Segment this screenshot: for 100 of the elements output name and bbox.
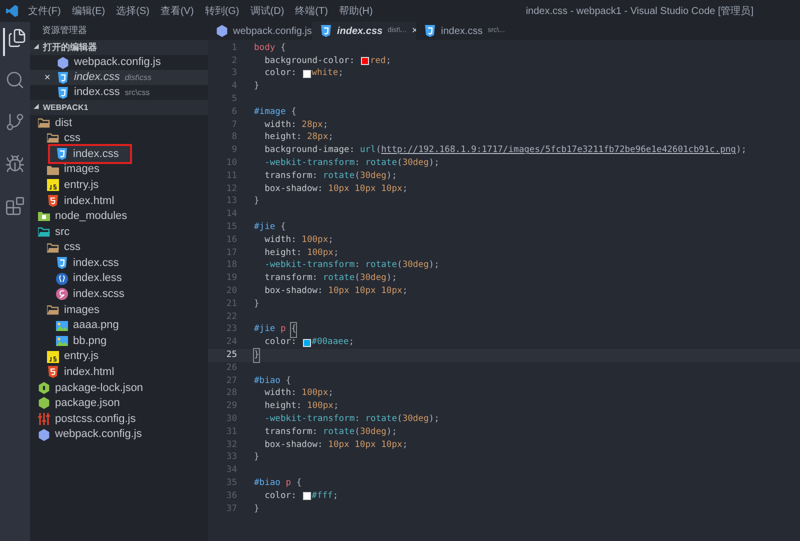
- line-number: 37: [225, 502, 237, 516]
- open-editor-item[interactable]: webpack.config.js: [30, 55, 208, 70]
- tree-item[interactable]: css: [30, 130, 208, 146]
- menu-item[interactable]: 编辑(E): [72, 4, 106, 18]
- tree-item[interactable]: index.css: [50, 146, 130, 162]
- tree-item[interactable]: index.scss: [30, 286, 208, 302]
- debug-button[interactable]: [5, 154, 25, 174]
- line-number: 35: [225, 476, 237, 490]
- tree-item[interactable]: index.html: [30, 364, 208, 380]
- image-file-icon: [56, 320, 68, 332]
- menu-item[interactable]: 转到(G): [204, 4, 240, 18]
- close-icon[interactable]: ✕: [44, 72, 52, 84]
- tree-item[interactable]: package-lock.json: [30, 380, 208, 396]
- code-line: transform: rotate(30deg);: [264, 272, 398, 286]
- sidebar-title: 资源管理器: [42, 24, 87, 38]
- image-file-icon: [56, 335, 68, 348]
- tree-item[interactable]: css: [30, 240, 208, 256]
- tree-item[interactable]: index.less: [30, 270, 208, 287]
- lock-hexagon-icon: [38, 382, 50, 394]
- menu-item[interactable]: 选择(S): [116, 4, 150, 18]
- tree-item[interactable]: postcss.config.js: [30, 411, 208, 427]
- sliders-icon: [38, 413, 50, 426]
- menu-item[interactable]: 终端(T): [295, 4, 328, 18]
- line-number: 24: [225, 336, 237, 350]
- line-number: 6: [230, 106, 237, 119]
- code-line: #biao p {: [254, 476, 302, 490]
- css-file-icon: [57, 86, 69, 98]
- line-number: 5: [230, 93, 237, 106]
- menu-item[interactable]: 帮助(H): [338, 4, 373, 18]
- menu-item[interactable]: 文件(F): [28, 4, 61, 18]
- open-editor-item[interactable]: index.css src\css: [30, 85, 208, 100]
- search-button[interactable]: [5, 70, 25, 90]
- explorer-button[interactable]: [7, 28, 27, 48]
- source-control-button[interactable]: [5, 112, 25, 132]
- line-number: 32: [225, 438, 237, 452]
- code-line: height: 100px;: [264, 400, 339, 414]
- code-line: box-shadow: 10px 10px 10px;: [264, 438, 408, 452]
- css-file-icon: [56, 257, 68, 270]
- line-number: 22: [225, 310, 237, 324]
- code-line: }: [254, 80, 260, 94]
- tree-item[interactable]: entry.js: [30, 348, 208, 364]
- code-line: height: 100px;: [264, 246, 339, 260]
- tree-item[interactable]: index.css: [30, 255, 208, 271]
- code-line: #biao {: [254, 374, 292, 388]
- code-line: color: #00aaee;: [264, 336, 354, 350]
- open-editor-item[interactable]: ✕ index.css dist\css: [30, 70, 208, 85]
- code-line: #jie {: [254, 220, 286, 234]
- line-number: 13: [225, 195, 237, 208]
- css-file-icon: [56, 148, 68, 160]
- line-number: 20: [225, 284, 237, 298]
- css-file-icon: [57, 72, 69, 84]
- line-number: 9: [230, 144, 237, 158]
- code-line: width: 100px;: [264, 234, 334, 247]
- line-number: 21: [225, 298, 237, 311]
- js-file-icon: [47, 179, 59, 192]
- tree-item[interactable]: dist: [30, 115, 208, 131]
- line-number: 31: [225, 426, 237, 439]
- line-number: 15: [225, 220, 237, 234]
- app-logo-icon: [6, 5, 18, 17]
- tree-item[interactable]: images: [30, 162, 208, 178]
- code-line: background-color: red;: [264, 54, 392, 68]
- css-file-icon: [320, 25, 332, 37]
- hexagon-icon: [38, 428, 50, 441]
- line-number: 10: [225, 156, 237, 170]
- line-number: 23: [225, 323, 237, 336]
- html-file-icon: [47, 194, 59, 207]
- folder-icon: [47, 164, 59, 176]
- code-line: background-image: url(http://192.168.1.9:1717/images/5fcb17e3211fb72be96e1e42601cb91c.png);: [264, 144, 747, 158]
- tree-item[interactable]: package.json: [30, 396, 208, 412]
- scss-file-icon: [56, 288, 68, 300]
- code-line: transform: rotate(30deg);: [264, 426, 398, 439]
- open-folder-icon: [38, 116, 50, 129]
- tree-item[interactable]: bb.png: [30, 333, 208, 349]
- line-number: 25: [225, 348, 237, 362]
- code-line: width: 28px;: [264, 118, 328, 132]
- js-file-icon: [47, 350, 59, 363]
- tree-item[interactable]: entry.js: [30, 177, 208, 193]
- tree-item[interactable]: node_modules: [30, 208, 208, 224]
- tree-item[interactable]: webpack.config.js: [30, 426, 208, 442]
- menu-item[interactable]: 调试(D): [250, 4, 284, 18]
- node-folder-icon: [38, 210, 50, 222]
- tree-item[interactable]: src: [30, 224, 208, 240]
- open-folder-icon: [38, 226, 50, 238]
- menu-item[interactable]: 查看(V): [160, 4, 194, 18]
- line-number: 33: [225, 451, 237, 464]
- code-line: }: [254, 348, 260, 362]
- code-line: color: white;: [264, 67, 344, 80]
- code-line: }: [254, 502, 260, 516]
- extensions-button[interactable]: [5, 196, 25, 216]
- tree-item[interactable]: aaaa.png: [30, 318, 208, 334]
- code-line: height: 28px;: [264, 131, 334, 144]
- line-number: 2: [230, 54, 237, 68]
- less-file-icon: [56, 272, 68, 285]
- tree-item[interactable]: index.html: [30, 192, 208, 209]
- line-number: 12: [225, 182, 237, 196]
- file-path: dist\css: [124, 72, 152, 84]
- tree-item[interactable]: images: [30, 302, 208, 318]
- line-number: 30: [225, 412, 237, 426]
- code-line: width: 100px;: [264, 387, 334, 400]
- line-number: 28: [225, 387, 237, 400]
